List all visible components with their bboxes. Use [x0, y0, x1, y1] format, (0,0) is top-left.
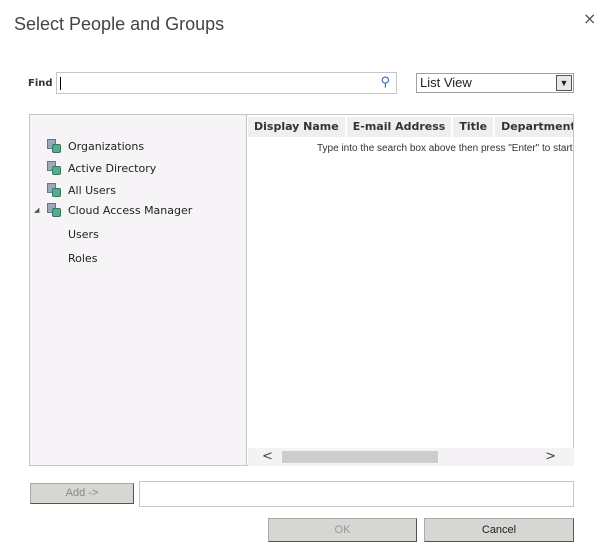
column-department[interactable]: Department [495, 117, 573, 137]
find-label: Find [28, 78, 53, 89]
scroll-thumb[interactable] [282, 451, 438, 463]
text-caret [60, 77, 61, 90]
group-icon [46, 203, 62, 217]
node-label: Active Directory [68, 161, 157, 175]
group-icon [46, 183, 62, 197]
scroll-left-icon[interactable]: < [262, 449, 273, 464]
grid-header: Display Name E-mail Address Title Depart… [248, 117, 573, 137]
column-title[interactable]: Title [453, 117, 494, 137]
tree-child-roles[interactable]: Roles [68, 252, 97, 265]
ok-button[interactable]: OK [268, 518, 417, 542]
add-button[interactable]: Add -> [30, 483, 134, 504]
node-label: Cloud Access Manager [68, 203, 193, 217]
group-icon [46, 161, 62, 175]
node-label: All Users [68, 183, 116, 197]
view-selected: List View [420, 75, 472, 90]
tree-node-active-directory[interactable]: Active Directory [46, 159, 156, 177]
horizontal-scrollbar[interactable]: < > [248, 448, 574, 466]
column-email[interactable]: E-mail Address [346, 117, 452, 137]
cancel-button[interactable]: Cancel [424, 518, 574, 542]
results-grid: Display Name E-mail Address Title Depart… [248, 115, 573, 447]
expand-icon[interactable]: ◢ [34, 206, 39, 214]
picker-panel: Organizations Active Directory All Users… [29, 114, 574, 466]
directory-tree: Organizations Active Directory All Users… [30, 115, 247, 465]
tree-node-organizations[interactable]: Organizations [46, 137, 144, 155]
empty-message: Type into the search box above then pres… [317, 143, 573, 154]
tree-node-cloud-access-manager[interactable]: ◢ Cloud Access Manager [34, 201, 193, 219]
scroll-right-icon[interactable]: > [545, 449, 556, 464]
column-display-name[interactable]: Display Name [248, 117, 345, 137]
chevron-down-icon[interactable]: ▼ [556, 75, 572, 91]
close-icon[interactable]: × [583, 9, 596, 28]
node-label: Organizations [68, 139, 145, 153]
search-icon[interactable]: ⚲ [380, 75, 390, 90]
tree-child-users[interactable]: Users [68, 228, 99, 241]
view-select[interactable]: List View ▼ [416, 73, 574, 93]
find-input[interactable]: ⚲ [56, 72, 397, 94]
selected-input[interactable] [139, 481, 574, 507]
tree-node-all-users[interactable]: All Users [46, 181, 116, 199]
dialog-title: Select People and Groups [14, 14, 225, 34]
group-icon [46, 139, 62, 153]
